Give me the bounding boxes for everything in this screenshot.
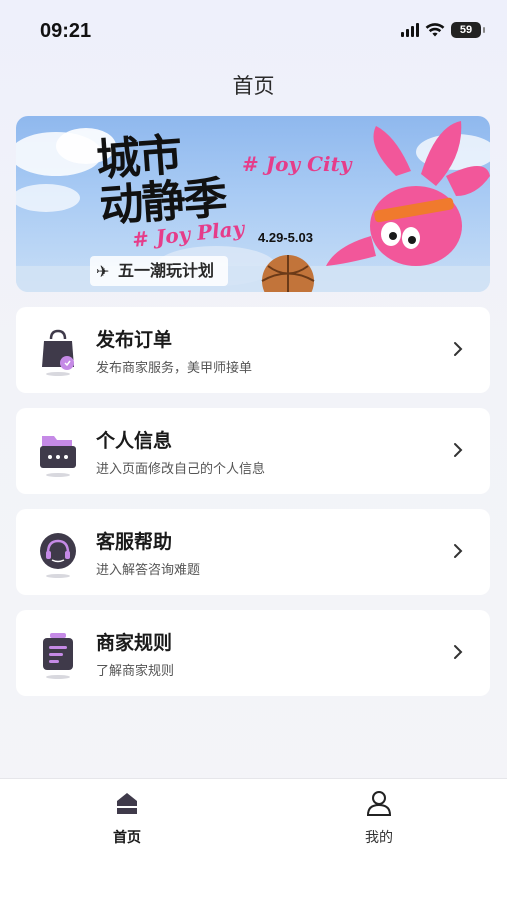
menu-item-desc: 进入解答咨询难题 [96,563,201,578]
tab-home[interactable]: 首页 [77,789,177,847]
tab-bar: 首页 我的 [0,778,507,900]
banner-artwork [16,121,490,292]
status-time: 09:21 [40,20,92,42]
chevron-right-icon [454,645,463,659]
menu-item-publish-order[interactable]: 发布订单 发布商家服务，美甲师接单 [16,307,490,393]
banner-title: 城市 动静季 [95,130,227,233]
shopping-bag-icon [42,329,74,376]
wifi-icon [425,23,445,37]
menu-item-title: 个人信息 [96,430,173,452]
chevron-right-icon [454,342,463,356]
banner-subtitle-text: 五一潮玩计划 [118,261,215,280]
tab-mine[interactable]: 我的 [329,789,429,847]
menu-item-desc: 了解商家规则 [96,664,175,679]
chevron-right-icon [454,544,463,558]
menu-item-desc: 进入页面修改自己的个人信息 [96,462,266,477]
status-icons: 59 [401,22,485,38]
page-title: 首页 [232,74,275,98]
headset-icon [40,533,76,578]
menu-item-title: 发布订单 [96,329,173,351]
menu-item-customer-service[interactable]: 客服帮助 进入解答咨询难题 [16,509,490,595]
menu-item-personal-info[interactable]: 个人信息 进入页面修改自己的个人信息 [16,408,490,494]
user-icon [366,791,392,816]
battery-icon: 59 [451,22,485,38]
banner-tag-joy-city: # Joy City [242,152,352,176]
menu-item-title: 客服帮助 [96,531,173,553]
tab-mine-label: 我的 [365,830,393,846]
promo-banner[interactable]: 城市 动静季 # Joy City # Joy Play 4.29-5.03 五… [16,116,490,292]
menu-item-desc: 发布商家服务，美甲师接单 [96,361,253,376]
tab-home-label: 首页 [113,830,141,846]
airplane-icon: ✈ [96,262,110,281]
folder-icon [40,436,76,477]
document-icon [43,633,73,679]
banner-date-range: 4.29-5.03 [258,230,313,245]
chevron-right-icon [454,443,463,457]
menu-item-title: 商家规则 [96,632,173,654]
cellular-signal-icon [401,23,419,37]
menu-item-merchant-rules[interactable]: 商家规则 了解商家规则 [16,610,490,696]
banner-subtitle: 五一潮玩计划 [90,256,229,286]
home-icon [117,793,137,814]
status-bar: 09:21 59 [0,0,507,64]
